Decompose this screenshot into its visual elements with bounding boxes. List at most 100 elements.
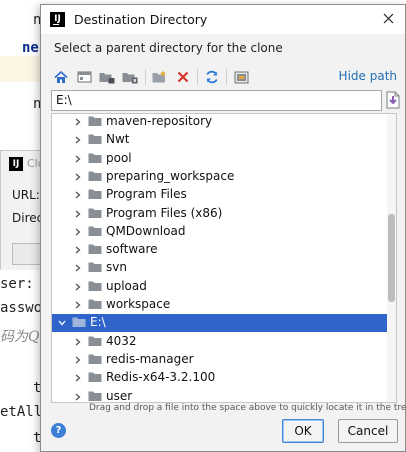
tree-row-label: workspace: [106, 297, 171, 311]
chevron-right-icon[interactable]: [74, 246, 82, 254]
tree-row-label: Program Files (x86): [106, 205, 223, 220]
folder-icon: [88, 153, 102, 163]
tree-row[interactable]: user: [52, 388, 389, 403]
project-folder-button[interactable]: [97, 67, 117, 87]
drop-hint: Drag and drop a file into the space abov…: [89, 403, 406, 413]
code-fragment: ser:: [0, 276, 34, 292]
show-hidden-button[interactable]: [231, 67, 251, 87]
tree-row[interactable]: Nwt: [52, 131, 389, 149]
tree-row[interactable]: E:\: [52, 314, 389, 333]
chevron-right-icon[interactable]: [74, 393, 82, 401]
tree-row[interactable]: Program Files: [52, 186, 389, 204]
help-button[interactable]: ?: [51, 423, 66, 438]
intellij-logo-icon: IJ: [9, 157, 23, 171]
module-folder-button[interactable]: [120, 67, 140, 87]
show-hidden-icon: [234, 71, 248, 83]
tree-row-label: preparing_workspace: [106, 168, 235, 183]
folder-icon: [88, 226, 102, 236]
tree-row[interactable]: Redis-x64-3.2.100: [52, 369, 389, 387]
dialog-titlebar[interactable]: IJ Destination Directory: [41, 5, 405, 34]
file-chooser-toolbar: Hide path: [51, 66, 399, 88]
close-button[interactable]: [375, 7, 401, 31]
folder-icon: [88, 262, 102, 273]
new-folder-button[interactable]: [150, 67, 170, 87]
chevron-down-icon[interactable]: [58, 319, 66, 327]
code-fragment: etAll: [0, 404, 43, 420]
tree-row-label: pool: [106, 150, 132, 165]
chevron-right-icon[interactable]: [74, 301, 82, 309]
chevron-right-icon[interactable]: [74, 155, 82, 163]
chevron-right-icon[interactable]: [74, 210, 82, 218]
tree-row-label: redis-manager: [106, 351, 194, 366]
ok-button[interactable]: OK: [282, 419, 324, 443]
tree-row[interactable]: svn: [52, 259, 389, 277]
chevron-right-icon[interactable]: [74, 356, 82, 364]
tree-row-label: user: [106, 388, 133, 403]
tree-row[interactable]: Program Files (x86): [52, 205, 389, 223]
tree-scrollbar[interactable]: [387, 114, 396, 402]
desktop-icon: [77, 71, 91, 83]
home-button[interactable]: [51, 67, 71, 87]
delete-button[interactable]: [173, 67, 193, 87]
path-input[interactable]: E:\: [51, 90, 382, 111]
folder-icon: [88, 134, 102, 145]
chevron-right-icon[interactable]: [74, 283, 82, 291]
tree-row-label: Nwt: [106, 132, 130, 147]
chevron-right-icon[interactable]: [74, 191, 82, 199]
new-folder-icon: [152, 70, 167, 83]
refresh-button[interactable]: [202, 67, 222, 87]
module-folder-icon: [122, 72, 138, 83]
tree-row-label: E:\: [90, 315, 106, 330]
destination-directory-dialog: IJ Destination Directory Select a parent…: [40, 4, 406, 452]
chevron-right-icon[interactable]: [74, 118, 82, 126]
folder-icon: [88, 116, 102, 126]
tree-row[interactable]: QMDownload: [52, 223, 389, 241]
folder-icon: [88, 281, 102, 291]
directory-tree[interactable]: maven-repository Nwt pool preparing_workspa…: [51, 113, 397, 403]
toolbar-separator: [197, 69, 198, 85]
tree-row[interactable]: upload: [52, 278, 389, 296]
folder-icon: [88, 189, 102, 200]
delete-icon: [177, 71, 189, 83]
close-icon: [383, 13, 393, 24]
tree-row-label: software: [106, 242, 158, 257]
folder-icon: [88, 208, 102, 218]
chevron-right-icon[interactable]: [74, 338, 82, 346]
chevron-right-icon[interactable]: [74, 173, 82, 181]
tree-row[interactable]: maven-repository: [52, 114, 389, 131]
folder-icon: [88, 171, 102, 181]
chevron-right-icon[interactable]: [74, 374, 82, 382]
tree-row[interactable]: pool: [52, 150, 389, 168]
tree-scrollbar-thumb[interactable]: [388, 214, 395, 302]
tree-row-label: maven-repository: [106, 114, 213, 128]
tree-row[interactable]: 4032: [52, 333, 389, 351]
dialog-title: Destination Directory: [74, 12, 208, 27]
tree-row-label: Program Files: [106, 187, 187, 202]
hide-path-link[interactable]: Hide path: [339, 69, 397, 83]
cancel-button[interactable]: Cancel: [338, 419, 398, 443]
tree-row-label: QMDownload: [106, 223, 186, 238]
tree-row[interactable]: preparing_workspace: [52, 168, 389, 186]
folder-icon: [88, 372, 102, 383]
chevron-right-icon[interactable]: [74, 228, 82, 236]
editor-highlight-line: [0, 56, 44, 82]
intellij-logo-icon: IJ: [50, 12, 65, 27]
code-fragment: ne: [22, 40, 39, 56]
tree-row[interactable]: software: [52, 241, 389, 259]
path-history-icon[interactable]: [385, 91, 401, 109]
dialog-subtitle: Select a parent directory for the clone: [54, 41, 283, 55]
tree-row-label: upload: [106, 278, 147, 293]
desktop-button[interactable]: [74, 67, 94, 87]
tree-row-label: 4032: [106, 333, 137, 348]
chevron-right-icon[interactable]: [74, 136, 82, 144]
folder-icon: [88, 391, 102, 401]
tree-row-label: Redis-x64-3.2.100: [106, 370, 216, 385]
tree-row[interactable]: redis-manager: [52, 351, 389, 369]
refresh-icon: [206, 70, 218, 84]
folder-icon: [88, 336, 102, 346]
folder-icon: [88, 244, 102, 255]
tree-row-label: svn: [106, 260, 127, 275]
chevron-right-icon[interactable]: [74, 264, 82, 272]
tree-row[interactable]: workspace: [52, 296, 389, 314]
clone-directory-label: Direc: [12, 211, 44, 225]
